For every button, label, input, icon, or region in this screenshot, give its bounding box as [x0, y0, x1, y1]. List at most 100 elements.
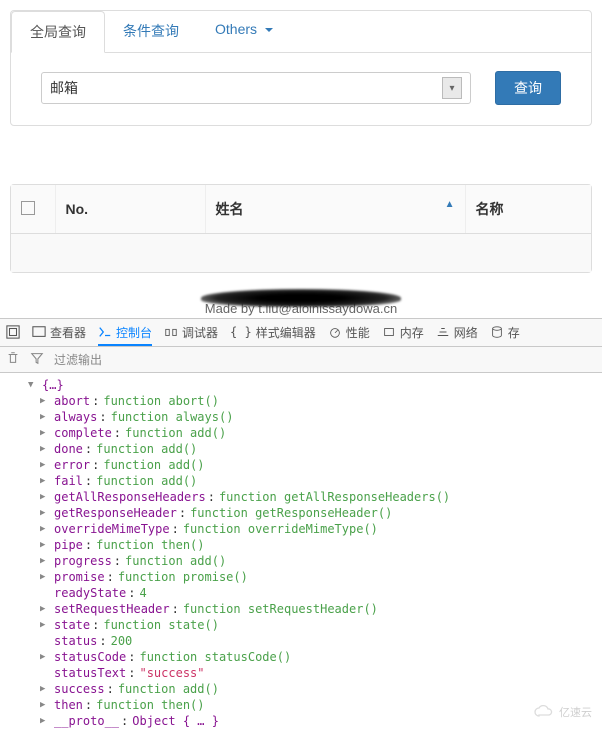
console-prop-row[interactable]: ▶pipe: function then() [28, 537, 602, 553]
watermark: 亿速云 [533, 704, 592, 720]
prop-key: statusCode [54, 649, 126, 665]
console-prop-row[interactable]: ▶always: function always() [28, 409, 602, 425]
column-checkbox[interactable] [11, 185, 55, 234]
prop-key: promise [54, 569, 105, 585]
prop-key: statusText [54, 665, 126, 681]
column-no[interactable]: No. [55, 185, 205, 234]
prop-value: function add() [96, 441, 197, 457]
console-prop-row[interactable]: ▶then: function then() [28, 697, 602, 713]
prop-key: setRequestHeader [54, 601, 170, 617]
expand-arrow-icon: ▶ [40, 521, 52, 537]
expand-arrow-icon: ▶ [40, 393, 52, 409]
prop-value: function abort() [103, 393, 219, 409]
object-header[interactable]: ▼{…} [28, 377, 602, 393]
prop-key: getResponseHeader [54, 505, 177, 521]
devtools-inspector[interactable]: 查看器 [32, 324, 86, 341]
prop-value: function overrideMimeType() [183, 521, 378, 537]
prop-value: function then() [96, 537, 204, 553]
select-arrow-icon: ▾ [442, 77, 462, 99]
console-prop-row[interactable]: statusText: "success" [28, 665, 602, 681]
prop-value: Object { … } [132, 713, 219, 729]
prop-value: function always() [111, 409, 234, 425]
prop-value: function statusCode() [139, 649, 291, 665]
prop-value: 4 [139, 585, 146, 601]
console-prop-row[interactable]: ▶state: function state() [28, 617, 602, 633]
memory-icon [382, 325, 396, 339]
expand-arrow-icon: ▶ [40, 713, 52, 729]
console-prop-row[interactable]: ▶overrideMimeType: function overrideMime… [28, 521, 602, 537]
prop-value: function getAllResponseHeaders() [219, 489, 450, 505]
expand-arrow-icon: ▶ [40, 601, 52, 617]
console-prop-row[interactable]: ▶fail: function add() [28, 473, 602, 489]
expand-arrow-icon: ▶ [40, 553, 52, 569]
console-prop-row[interactable]: ▶getAllResponseHeaders: function getAllR… [28, 489, 602, 505]
prop-value: function add() [96, 473, 197, 489]
redaction-smudge [201, 289, 401, 307]
prop-key: always [54, 409, 97, 425]
expand-arrow-icon: ▶ [40, 505, 52, 521]
prop-value: function setRequestHeader() [183, 601, 378, 617]
console-prop-row[interactable]: readyState: 4 [28, 585, 602, 601]
prop-value: function state() [103, 617, 219, 633]
prop-value: function getResponseHeader() [190, 505, 392, 521]
checkbox-icon [21, 201, 35, 215]
prop-key: overrideMimeType [54, 521, 170, 537]
console-prop-row[interactable]: ▶error: function add() [28, 457, 602, 473]
sort-asc-icon: ▲ [445, 199, 455, 210]
trash-icon[interactable] [6, 351, 20, 368]
console-prop-row[interactable]: ▶statusCode: function statusCode() [28, 649, 602, 665]
column-name[interactable]: 姓名▲ [205, 185, 465, 234]
query-tabs: 全局查询 条件查询 Others [11, 11, 591, 53]
prop-key: then [54, 697, 83, 713]
prop-key: error [54, 457, 90, 473]
devtools-memory[interactable]: 内存 [382, 324, 424, 341]
devtools-debugger[interactable]: 调试器 [164, 324, 218, 341]
prop-key: readyState [54, 585, 126, 601]
prop-key: pipe [54, 537, 83, 553]
expand-arrow-icon: ▶ [40, 649, 52, 665]
devtools-storage[interactable]: 存 [490, 324, 520, 341]
storage-icon [490, 325, 504, 339]
prop-key: getAllResponseHeaders [54, 489, 206, 505]
expand-arrow-icon: ▶ [40, 569, 52, 585]
prop-value: function then() [96, 697, 204, 713]
tab-global-query[interactable]: 全局查询 [11, 11, 105, 53]
prop-key: status [54, 633, 97, 649]
console-prop-row[interactable]: ▶complete: function add() [28, 425, 602, 441]
prop-key: state [54, 617, 90, 633]
console-prop-row[interactable]: ▶progress: function add() [28, 553, 602, 569]
search-row: 邮箱 ▾ 查询 [11, 53, 591, 105]
tab-others[interactable]: Others [197, 11, 291, 52]
devtools-style[interactable]: { }样式编辑器 [230, 324, 316, 341]
console-prop-row[interactable]: ▶__proto__: Object { … } [28, 713, 602, 729]
prop-key: abort [54, 393, 90, 409]
perf-icon [328, 325, 342, 339]
console-prop-row[interactable]: ▶setRequestHeader: function setRequestHe… [28, 601, 602, 617]
query-button[interactable]: 查询 [495, 71, 561, 105]
field-select[interactable]: 邮箱 ▾ [41, 72, 471, 104]
filter-icon[interactable] [30, 351, 44, 368]
prop-value: "success" [139, 665, 204, 681]
console-prop-row[interactable]: ▶getResponseHeader: function getResponse… [28, 505, 602, 521]
prop-key: done [54, 441, 83, 457]
filter-input[interactable]: 过滤输出 [54, 351, 102, 368]
expand-arrow-icon: ▶ [40, 457, 52, 473]
devtools-network[interactable]: 网络 [436, 324, 478, 341]
expand-arrow-icon: ▶ [40, 681, 52, 697]
expand-arrow-icon: ▶ [40, 441, 52, 457]
empty-row [11, 234, 591, 272]
prop-key: complete [54, 425, 112, 441]
console-prop-row[interactable]: ▶abort: function abort() [28, 393, 602, 409]
console-prop-row[interactable]: status: 200 [28, 633, 602, 649]
query-panel: 全局查询 条件查询 Others 邮箱 ▾ 查询 [10, 10, 592, 126]
expand-arrow-icon: ▶ [40, 473, 52, 489]
devtools-console[interactable]: 控制台 [98, 318, 152, 346]
console-prop-row[interactable]: ▶promise: function promise() [28, 569, 602, 585]
devtools-performance[interactable]: 性能 [328, 324, 370, 341]
tab-condition-query[interactable]: 条件查询 [105, 11, 197, 52]
devtools-show-button[interactable] [6, 325, 20, 339]
console-prop-row[interactable]: ▶success: function add() [28, 681, 602, 697]
column-name2[interactable]: 名称 [465, 185, 591, 234]
console-prop-row[interactable]: ▶done: function add() [28, 441, 602, 457]
prop-value: function add() [125, 425, 226, 441]
